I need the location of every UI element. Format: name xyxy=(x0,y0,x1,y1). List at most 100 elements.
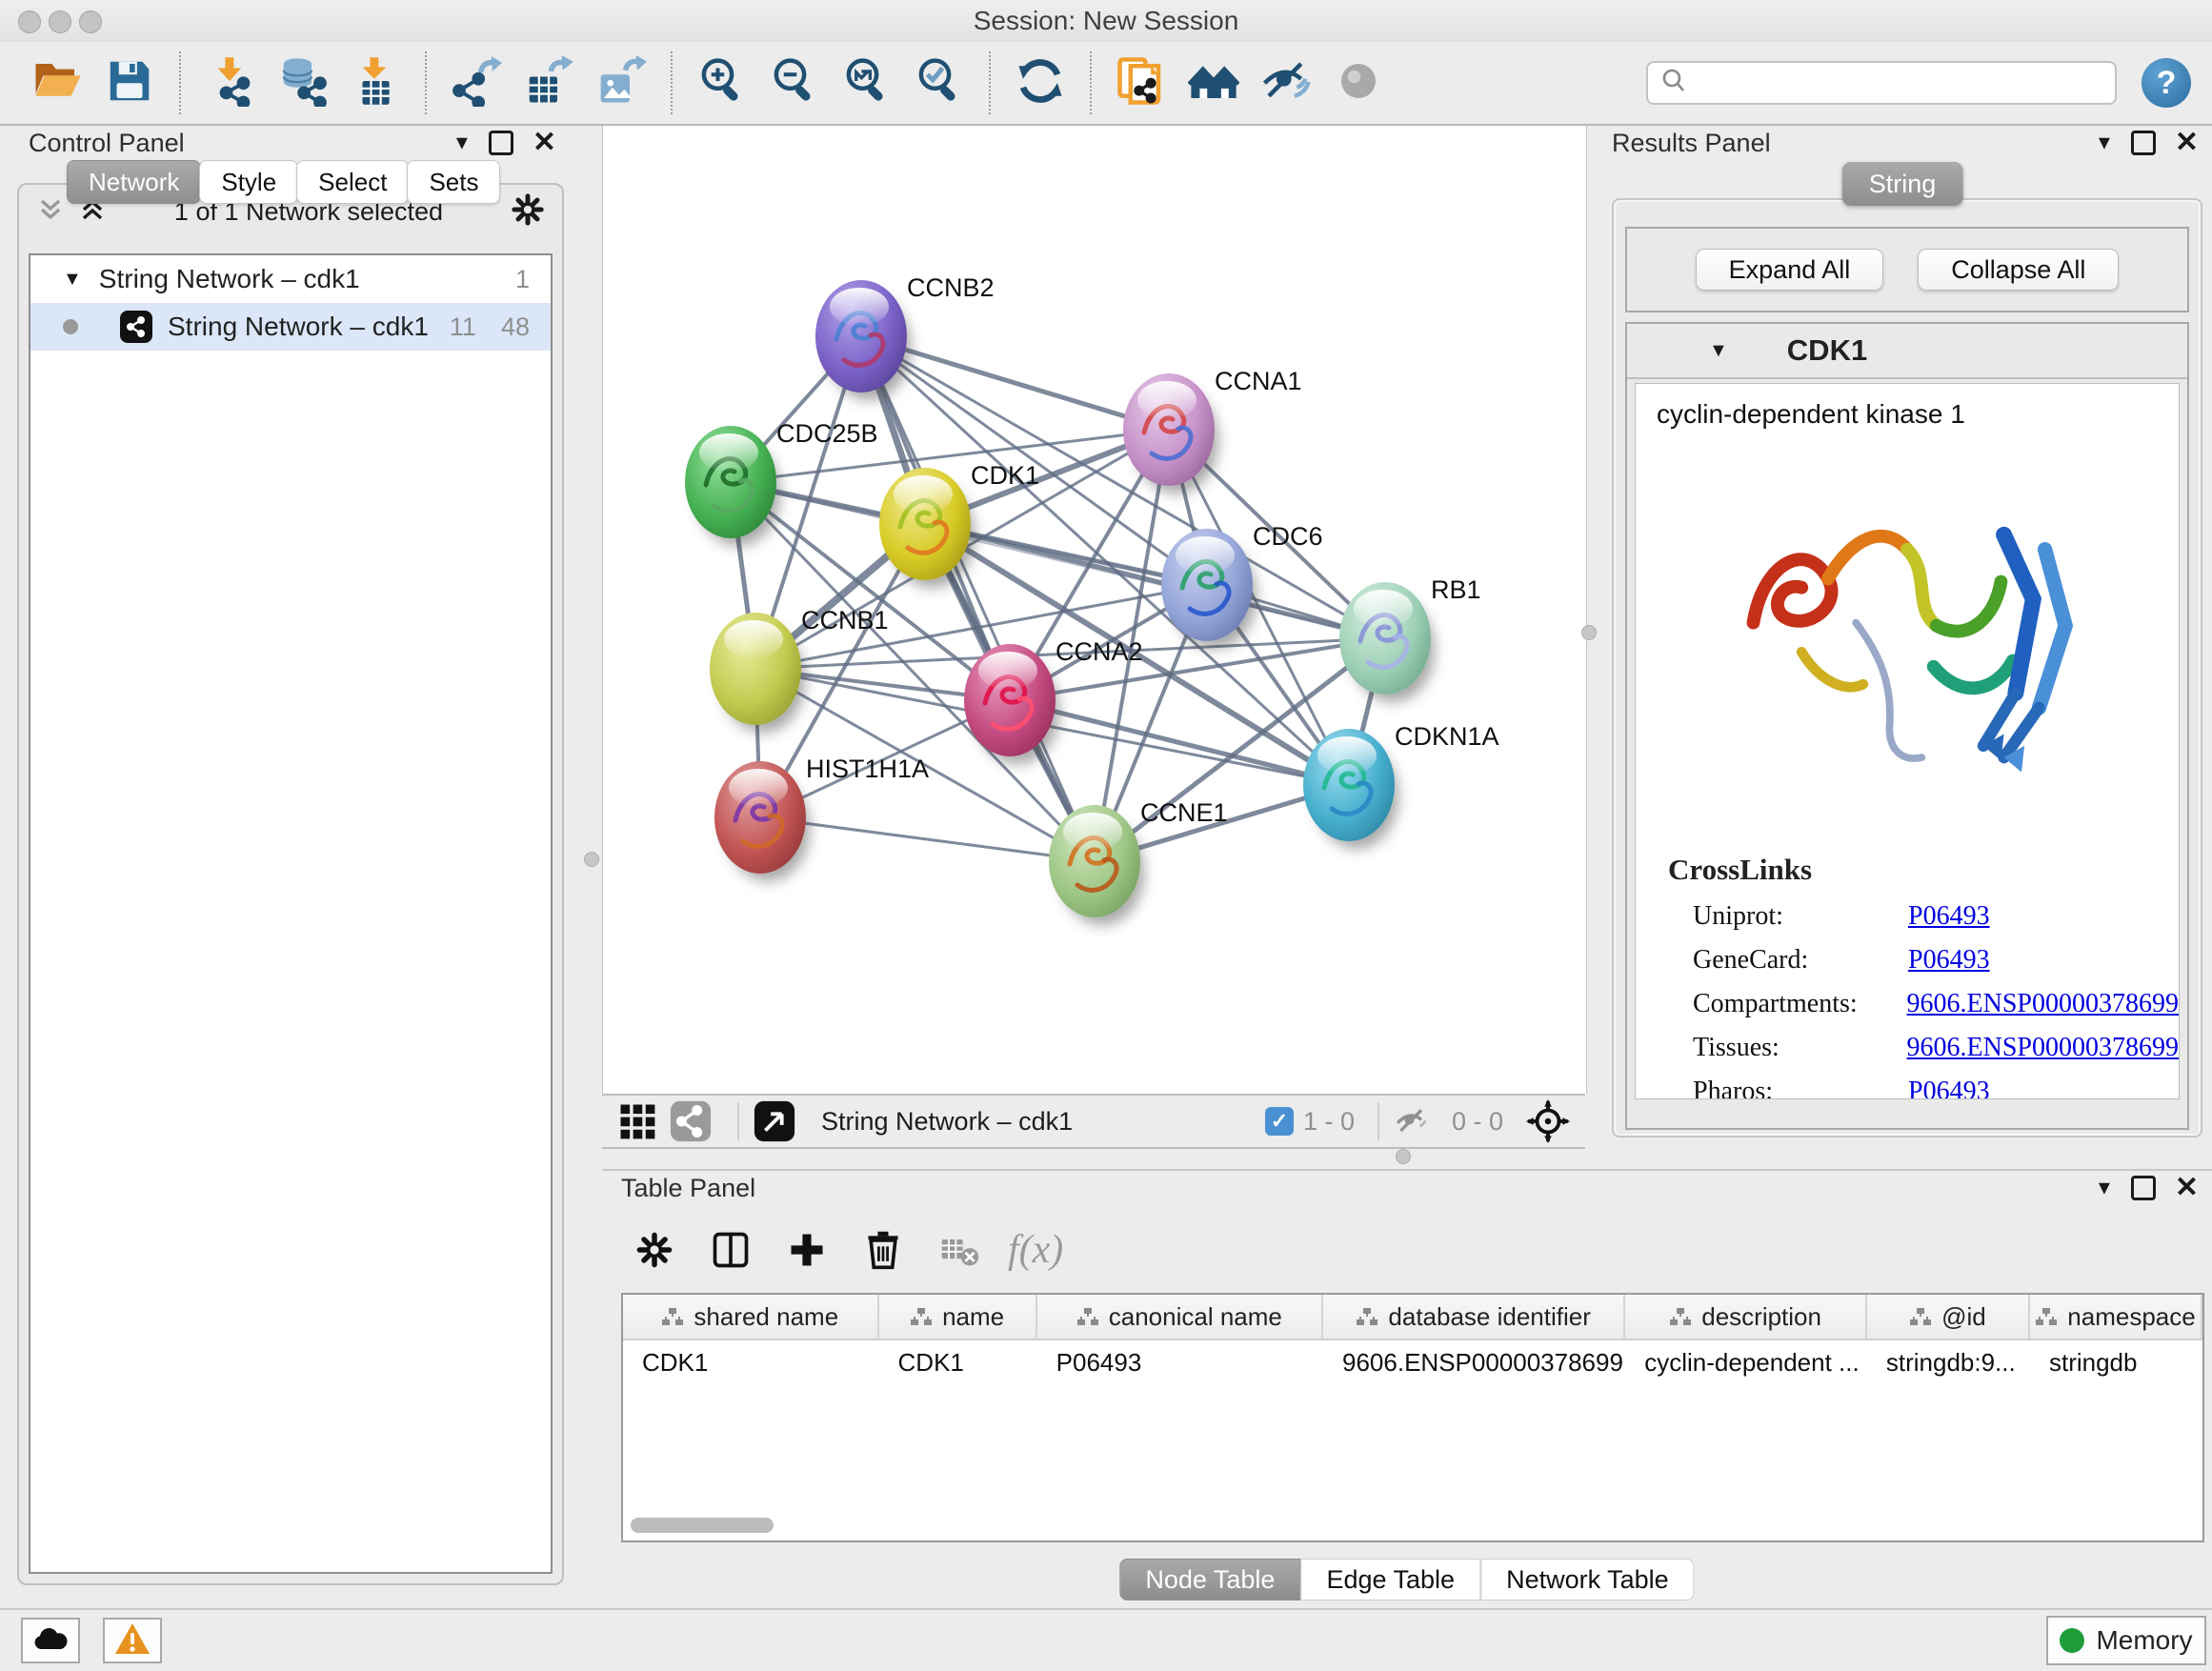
collapse-all-networks-icon[interactable] xyxy=(34,193,67,231)
panel-menu-icon[interactable]: ▾ xyxy=(456,131,468,154)
gene-collapse-icon[interactable]: ▼ xyxy=(1709,340,1728,362)
delete-column-button[interactable] xyxy=(855,1222,911,1278)
string-houses-button[interactable] xyxy=(1184,53,1243,112)
column-header-shared-name[interactable]: shared name xyxy=(623,1295,879,1339)
network-collection-row[interactable]: ▼ String Network – cdk1 1 xyxy=(30,255,551,303)
panel-close-icon[interactable]: ✕ xyxy=(2175,129,2199,157)
panel-float-icon[interactable] xyxy=(2131,1176,2156,1200)
function-builder-button[interactable]: f(x) xyxy=(1008,1227,1063,1273)
tab-network[interactable]: Network xyxy=(67,160,201,204)
tab-network-table[interactable]: Network Table xyxy=(1480,1559,1695,1601)
bottom-splitter-grip[interactable] xyxy=(1396,1149,1411,1164)
network-node-CCNB2[interactable] xyxy=(815,280,907,393)
table-horizontal-scrollbar[interactable] xyxy=(631,1518,774,1533)
panel-menu-icon[interactable]: ▾ xyxy=(2099,1177,2110,1199)
column-header--id[interactable]: @id xyxy=(1867,1295,2030,1339)
hidden-eye-icon[interactable] xyxy=(1393,1102,1431,1140)
column-header-namespace[interactable]: namespace xyxy=(2030,1295,2202,1339)
column-header-description[interactable]: description xyxy=(1625,1295,1867,1339)
panel-float-icon[interactable] xyxy=(2131,131,2156,155)
network-node-CCNA2[interactable] xyxy=(964,644,1056,756)
tab-sets[interactable]: Sets xyxy=(407,160,500,204)
show-columns-button[interactable] xyxy=(703,1222,758,1278)
left-splitter-grip[interactable] xyxy=(584,852,599,867)
grid-view-button[interactable] xyxy=(617,1101,657,1141)
network-node-CDK1[interactable] xyxy=(879,468,971,580)
table-cell[interactable]: cyclin-dependent ... xyxy=(1625,1340,1867,1384)
panel-close-icon[interactable]: ✕ xyxy=(533,129,556,157)
crosslink-link[interactable]: 9606.ENSP00000378699 xyxy=(1907,1033,2179,1063)
export-network-button[interactable] xyxy=(447,53,506,112)
network-node-CDC6[interactable] xyxy=(1161,529,1253,641)
network-node-CCNE1[interactable] xyxy=(1049,805,1140,917)
network-node-RB1[interactable] xyxy=(1339,582,1431,695)
birdseye-view-button[interactable] xyxy=(753,1099,796,1143)
open-folder-icon xyxy=(31,55,83,111)
export-image-button[interactable] xyxy=(592,53,651,112)
table-cell[interactable]: CDK1 xyxy=(879,1340,1037,1384)
center-view-button[interactable] xyxy=(1526,1099,1570,1143)
network-node-CDKN1A[interactable] xyxy=(1303,729,1395,841)
table-cell[interactable]: 9606.ENSP00000378699 xyxy=(1323,1340,1625,1384)
gene-section-header[interactable]: ▼ CDK1 xyxy=(1627,324,2187,379)
apply-layout-button[interactable] xyxy=(1011,53,1070,112)
tab-node-table[interactable]: Node Table xyxy=(1119,1559,1300,1601)
table-options-button[interactable] xyxy=(627,1222,682,1278)
table-cell[interactable]: P06493 xyxy=(1037,1340,1323,1384)
collection-expand-icon[interactable]: ▼ xyxy=(63,269,82,291)
table-cell[interactable]: CDK1 xyxy=(623,1340,879,1384)
crosslink-link[interactable]: P06493 xyxy=(1908,1077,1990,1099)
import-network-file-button[interactable] xyxy=(201,53,260,112)
warning-status-button[interactable] xyxy=(103,1618,162,1663)
network-node-CDC25B[interactable] xyxy=(685,426,776,538)
network-node-CCNA1[interactable] xyxy=(1123,373,1215,486)
column-header-database-identifier[interactable]: database identifier xyxy=(1323,1295,1625,1339)
network-overview-button[interactable] xyxy=(669,1099,713,1143)
string-copy-network-button[interactable] xyxy=(1112,53,1171,112)
selected-nodes-checkbox[interactable]: ✓ xyxy=(1265,1107,1294,1136)
import-network-database-button[interactable] xyxy=(273,53,332,112)
panel-menu-icon[interactable]: ▾ xyxy=(2099,131,2110,154)
zoom-in-button[interactable] xyxy=(693,53,752,112)
gear-icon[interactable] xyxy=(509,191,547,233)
panel-close-icon[interactable]: ✕ xyxy=(2175,1174,2199,1202)
network-row[interactable]: String Network – cdk1 11 48 xyxy=(30,303,551,351)
create-column-button[interactable] xyxy=(779,1222,835,1278)
export-table-button[interactable] xyxy=(519,53,578,112)
tab-string[interactable]: String xyxy=(1842,162,1963,206)
zoom-out-button[interactable] xyxy=(765,53,824,112)
panel-float-icon[interactable] xyxy=(489,131,513,155)
crosslink-link[interactable]: P06493 xyxy=(1908,901,1990,932)
zoom-selected-button[interactable] xyxy=(910,53,969,112)
column-header-canonical-name[interactable]: canonical name xyxy=(1037,1295,1323,1339)
delete-table-button[interactable] xyxy=(932,1222,987,1278)
crosslink-link[interactable]: P06493 xyxy=(1908,945,1990,976)
cloud-status-button[interactable] xyxy=(21,1618,80,1663)
network-edge[interactable] xyxy=(760,817,1095,861)
show-results-button[interactable] xyxy=(1329,53,1388,112)
search-input[interactable] xyxy=(1688,68,2115,99)
tab-edge-table[interactable]: Edge Table xyxy=(1300,1559,1480,1601)
help-button[interactable]: ? xyxy=(2142,58,2191,108)
column-header-name[interactable]: name xyxy=(879,1295,1037,1339)
table-cell[interactable]: stringdb:9... xyxy=(1867,1340,2030,1384)
tab-select[interactable]: Select xyxy=(296,160,409,204)
zoom-fit-button[interactable] xyxy=(837,53,896,112)
network-node-HIST1H1A[interactable] xyxy=(714,761,806,874)
expand-all-button[interactable]: Expand All xyxy=(1696,249,1884,291)
crosslink-link[interactable]: 9606.ENSP00000378699 xyxy=(1907,989,2179,1019)
network-view[interactable]: CCNB2CCNA1CDC25BCDK1CDC6RB1CCNB1CCNA2CDK… xyxy=(602,126,1587,1094)
network-node-CCNB1[interactable] xyxy=(710,613,801,725)
memory-status-dot xyxy=(2060,1628,2084,1653)
import-table-button[interactable] xyxy=(346,53,405,112)
save-session-button[interactable] xyxy=(100,53,159,112)
table-row[interactable]: CDK1CDK1P064939606.ENSP00000378699cyclin… xyxy=(623,1340,2202,1384)
tab-style[interactable]: Style xyxy=(199,160,298,204)
search-field[interactable] xyxy=(1646,61,2117,105)
collapse-all-button[interactable]: Collapse All xyxy=(1918,249,2119,291)
open-session-button[interactable] xyxy=(28,53,87,112)
table-cell[interactable]: stringdb xyxy=(2030,1340,2202,1384)
memory-button[interactable]: Memory xyxy=(2046,1616,2206,1665)
glass-effect-toggle-button[interactable] xyxy=(1257,53,1316,112)
selected-counts: 1 - 0 xyxy=(1303,1107,1355,1137)
